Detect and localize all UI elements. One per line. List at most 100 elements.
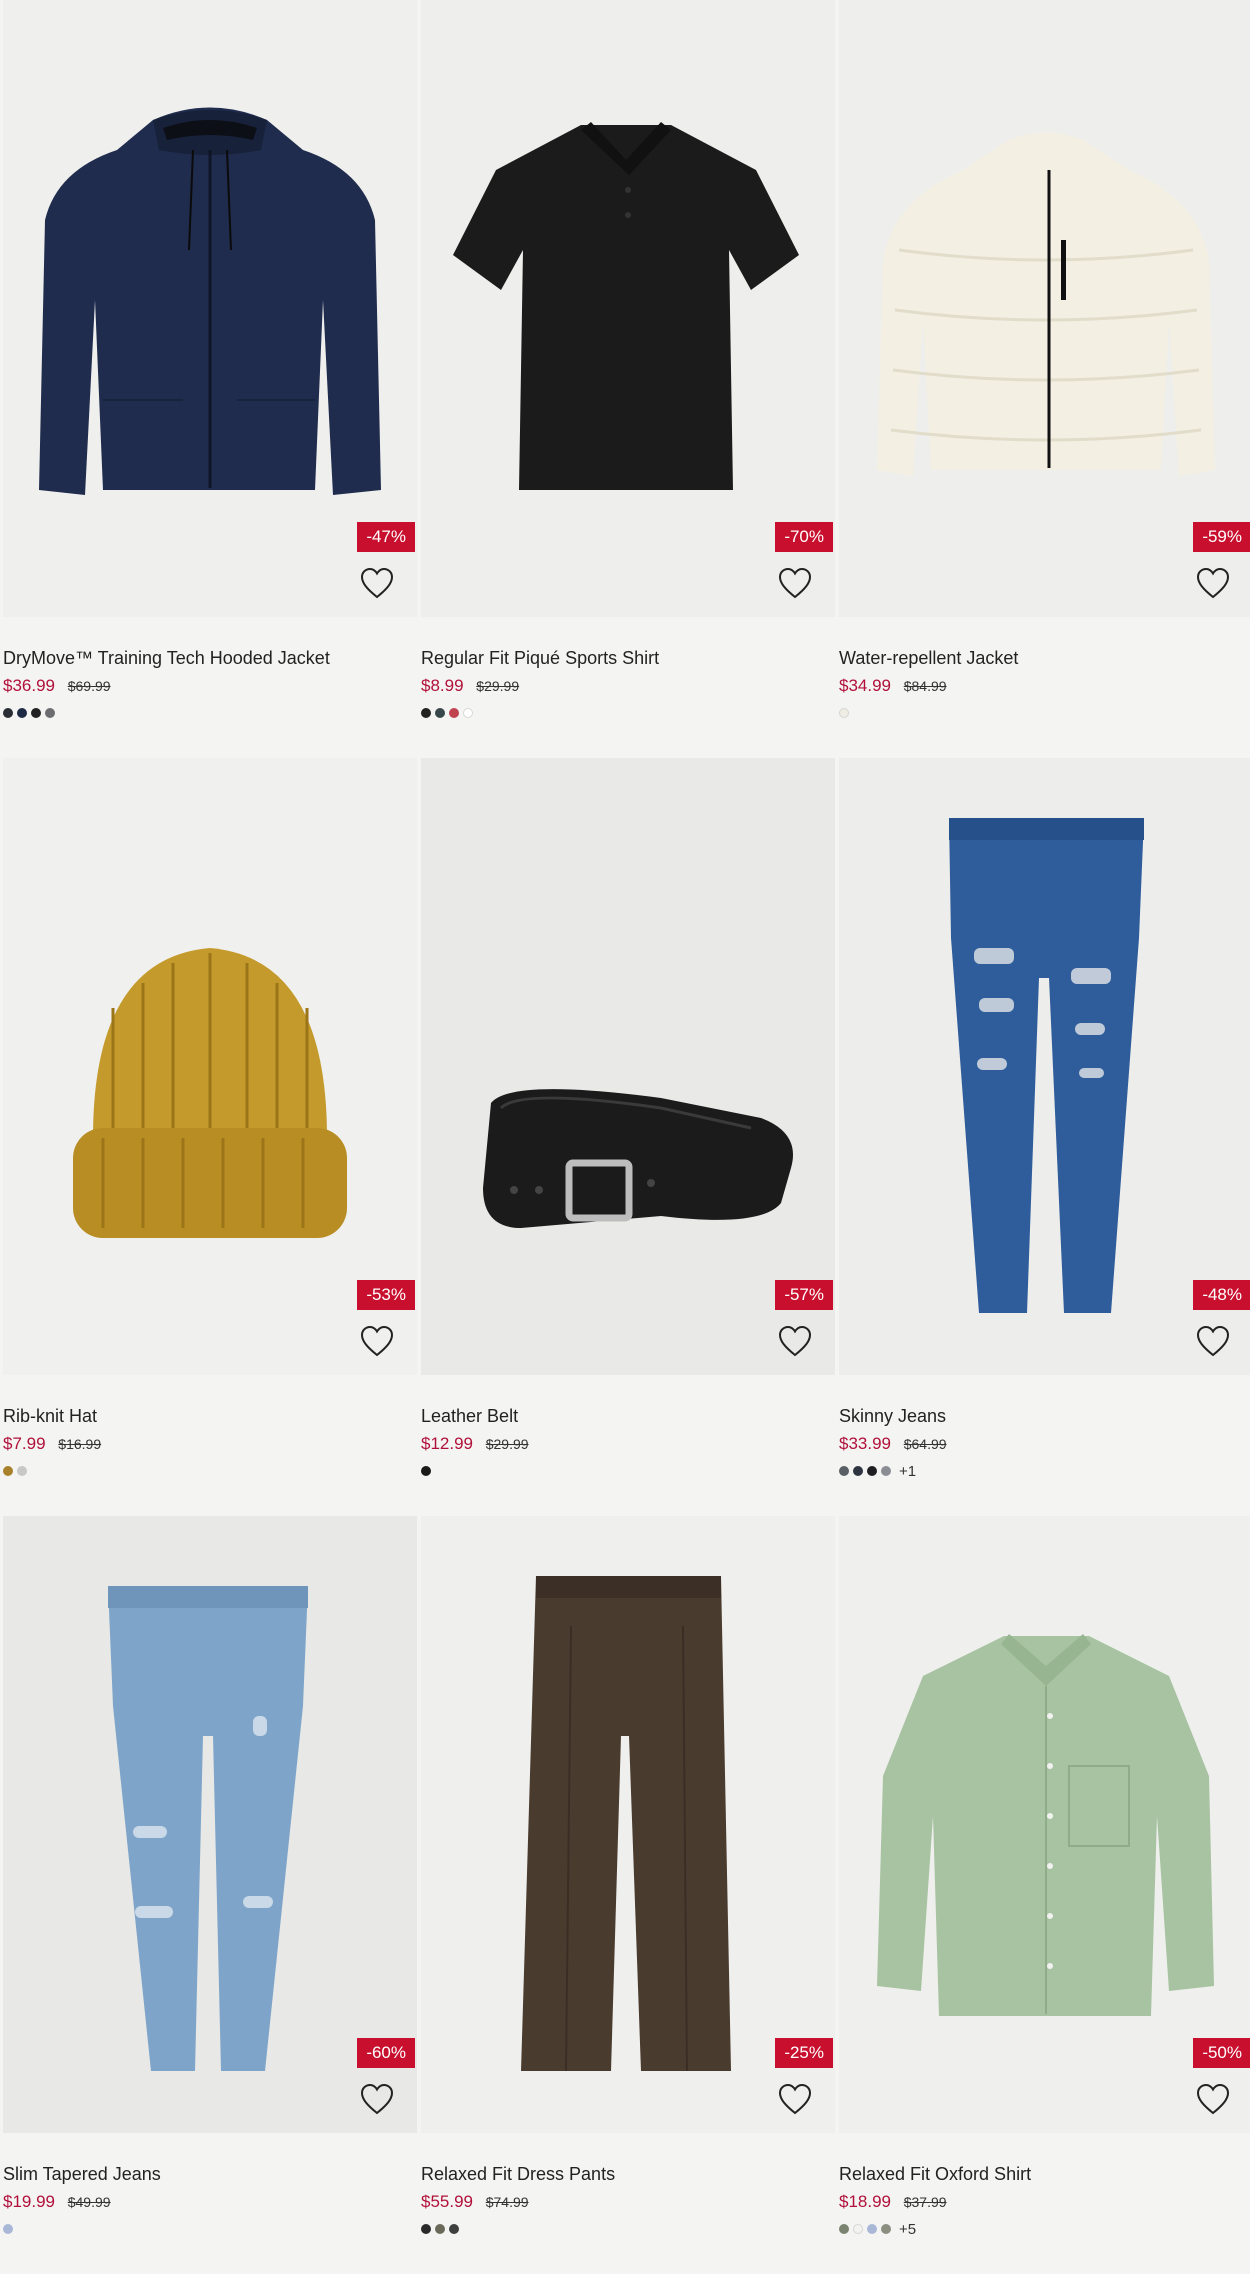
product-image[interactable]: -47% [3, 0, 417, 617]
product-image[interactable]: -48% [839, 758, 1250, 1375]
color-swatch[interactable] [45, 708, 55, 718]
color-swatch[interactable] [31, 708, 41, 718]
sale-price: $33.99 [839, 1434, 891, 1453]
product-card[interactable]: -47% DryMove™ Training Tech Hooded Jacke… [3, 0, 417, 758]
product-image[interactable]: -59% [839, 0, 1250, 617]
color-swatch[interactable] [853, 1466, 863, 1476]
product-card[interactable]: -60% Slim Tapered Jeans $19.99 $49.99 [3, 1516, 417, 2274]
price-row: $12.99 $29.99 [421, 1434, 835, 1454]
product-image[interactable]: -57% [421, 758, 835, 1375]
color-swatch[interactable] [839, 1466, 849, 1476]
color-swatch[interactable] [17, 708, 27, 718]
product-info: Leather Belt $12.99 $29.99 [421, 1405, 835, 1478]
product-card[interactable]: -48% Skinny Jeans $33.99 $64.99 +1 [839, 758, 1250, 1516]
product-info: Relaxed Fit Oxford Shirt $18.99 $37.99 +… [839, 2163, 1250, 2238]
color-swatch[interactable] [435, 2224, 445, 2234]
heart-outline-icon [1196, 567, 1230, 599]
more-colors-count[interactable]: +1 [899, 1463, 916, 1480]
product-image[interactable]: -53% [3, 758, 417, 1375]
product-name[interactable]: Relaxed Fit Oxford Shirt [839, 2163, 1250, 2185]
color-swatch[interactable] [3, 1466, 13, 1476]
color-swatch[interactable] [881, 1466, 891, 1476]
color-swatch[interactable] [435, 708, 445, 718]
product-name[interactable]: Slim Tapered Jeans [3, 2163, 417, 2185]
price-row: $7.99 $16.99 [3, 1434, 417, 1454]
color-swatches [839, 706, 1250, 720]
discount-badge: -47% [357, 522, 415, 552]
color-swatch[interactable] [421, 2224, 431, 2234]
color-swatch[interactable] [3, 2224, 13, 2234]
color-swatch[interactable] [449, 2224, 459, 2234]
favorite-button[interactable] [777, 2082, 813, 2116]
color-swatch[interactable] [839, 2224, 849, 2234]
favorite-button[interactable] [777, 566, 813, 600]
color-swatch[interactable] [867, 2224, 877, 2234]
sale-price: $19.99 [3, 2192, 55, 2211]
original-price: $29.99 [476, 678, 520, 694]
color-swatch[interactable] [449, 708, 459, 718]
product-card[interactable]: -70% Regular Fit Piqué Sports Shirt $8.9… [421, 0, 835, 758]
product-card[interactable]: -25% Relaxed Fit Dress Pants $55.99 $74.… [421, 1516, 835, 2274]
product-name[interactable]: DryMove™ Training Tech Hooded Jacket [3, 647, 417, 669]
discount-badge: -57% [775, 1280, 833, 1310]
heart-outline-icon [1196, 2083, 1230, 2115]
product-image[interactable]: -50% [839, 1516, 1250, 2133]
product-image[interactable]: -70% [421, 0, 835, 617]
blue-ripped-skinny-jeans-image [949, 818, 1144, 1313]
discount-badge: -70% [775, 522, 833, 552]
product-name[interactable]: Skinny Jeans [839, 1405, 1250, 1427]
discount-badge: -25% [775, 2038, 833, 2068]
original-price: $64.99 [903, 1436, 947, 1452]
price-row: $8.99 $29.99 [421, 676, 835, 696]
product-name[interactable]: Water-repellent Jacket [839, 647, 1250, 669]
discount-badge: -48% [1193, 1280, 1250, 1310]
product-name[interactable]: Relaxed Fit Dress Pants [421, 2163, 835, 2185]
original-price: $29.99 [485, 1436, 529, 1452]
sale-price: $36.99 [3, 676, 55, 695]
product-image[interactable]: -25% [421, 1516, 835, 2133]
sale-price: $18.99 [839, 2192, 891, 2211]
heart-outline-icon [360, 1325, 394, 1357]
color-swatch[interactable] [881, 2224, 891, 2234]
color-swatch[interactable] [421, 708, 431, 718]
favorite-button[interactable] [777, 1324, 813, 1358]
favorite-button[interactable] [359, 566, 395, 600]
heart-outline-icon [360, 2083, 394, 2115]
product-info: Water-repellent Jacket $34.99 $84.99 [839, 647, 1250, 720]
color-swatch[interactable] [463, 708, 473, 718]
cream-puffer-jacket-image [877, 132, 1215, 476]
product-name[interactable]: Leather Belt [421, 1405, 835, 1427]
product-card[interactable]: -59% Water-repellent Jacket $34.99 $84.9… [839, 0, 1250, 758]
black-polo-shirt-image [453, 122, 799, 490]
color-swatch[interactable] [867, 1466, 877, 1476]
favorite-button[interactable] [1195, 566, 1231, 600]
color-swatches: +5 [839, 2221, 1250, 2238]
color-swatches [421, 1464, 835, 1478]
original-price: $49.99 [67, 2194, 111, 2210]
product-info: Regular Fit Piqué Sports Shirt $8.99 $29… [421, 647, 835, 720]
original-price: $84.99 [903, 678, 947, 694]
favorite-button[interactable] [1195, 1324, 1231, 1358]
color-swatch[interactable] [3, 708, 13, 718]
product-card[interactable]: -50% Relaxed Fit Oxford Shirt $18.99 $37… [839, 1516, 1250, 2274]
product-info: Slim Tapered Jeans $19.99 $49.99 [3, 2163, 417, 2236]
product-image[interactable]: -60% [3, 1516, 417, 2133]
color-swatches [3, 706, 417, 720]
color-swatches: +1 [839, 1463, 1250, 1480]
color-swatch[interactable] [17, 1466, 27, 1476]
heart-outline-icon [778, 1325, 812, 1357]
color-swatches [3, 2222, 417, 2236]
color-swatch[interactable] [421, 1466, 431, 1476]
favorite-button[interactable] [1195, 2082, 1231, 2116]
favorite-button[interactable] [359, 1324, 395, 1358]
color-swatch[interactable] [839, 708, 849, 718]
favorite-button[interactable] [359, 2082, 395, 2116]
product-name[interactable]: Rib-knit Hat [3, 1405, 417, 1427]
product-name[interactable]: Regular Fit Piqué Sports Shirt [421, 647, 835, 669]
heart-outline-icon [1196, 1325, 1230, 1357]
product-card[interactable]: -53% Rib-knit Hat $7.99 $16.99 [3, 758, 417, 1516]
price-row: $18.99 $37.99 [839, 2192, 1250, 2212]
product-card[interactable]: -57% Leather Belt $12.99 $29.99 [421, 758, 835, 1516]
more-colors-count[interactable]: +5 [899, 2221, 916, 2238]
color-swatch[interactable] [853, 2224, 863, 2234]
